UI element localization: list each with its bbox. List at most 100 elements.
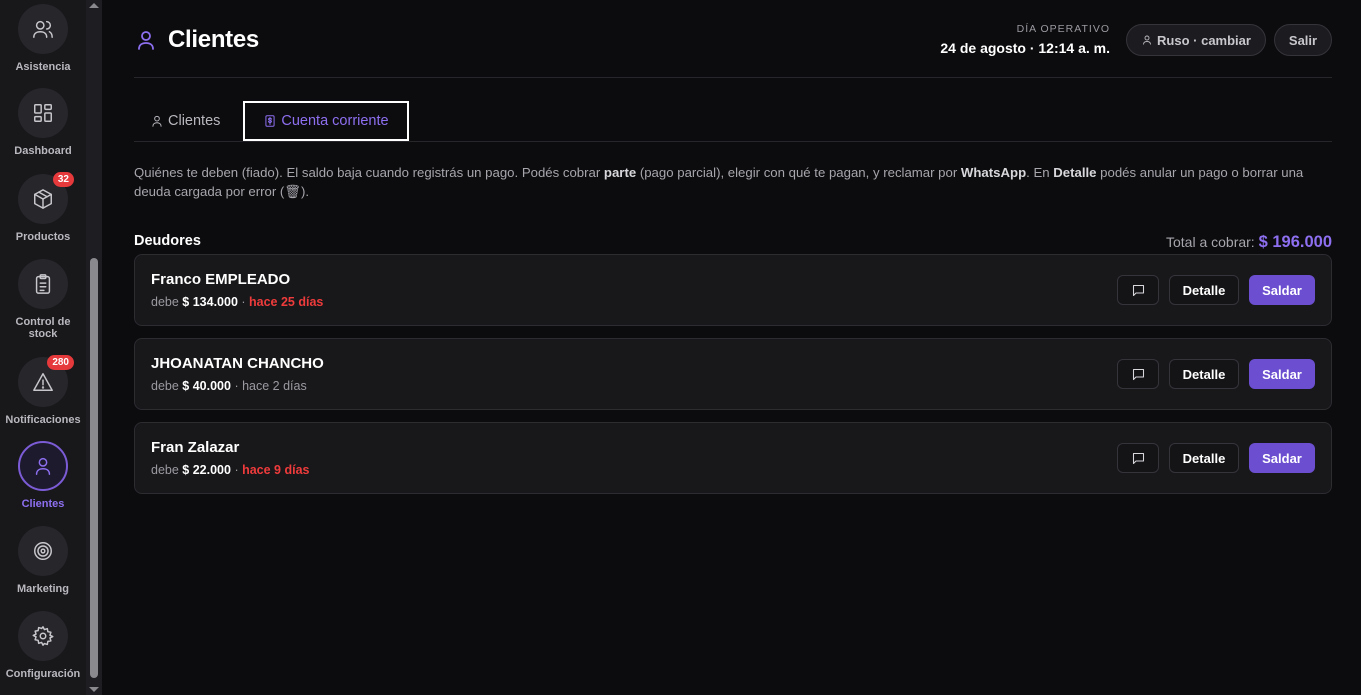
users-icon xyxy=(18,4,68,54)
sidebar-item-label: Marketing xyxy=(17,583,69,595)
change-user-button[interactable]: Ruso · cambiar xyxy=(1126,24,1266,56)
main-content: Clientes DÍA OPERATIVO 24 de agosto · 12… xyxy=(134,0,1332,494)
operating-day-value: 24 de agosto · 12:14 a. m. xyxy=(940,40,1110,56)
description-bold: Detalle xyxy=(1053,165,1097,180)
sidebar-item-label: Productos xyxy=(15,231,71,243)
tab-label: Clientes xyxy=(168,113,221,129)
scroll-down-arrow-icon[interactable] xyxy=(89,687,99,692)
debtor-actions: Detalle Saldar xyxy=(1117,359,1315,389)
total-amount: $ 196.000 xyxy=(1258,233,1332,251)
sidebar-item-label: Dashboard xyxy=(14,145,72,157)
clipboard-icon xyxy=(18,259,68,309)
sidebar-item-notificaciones[interactable]: 280 Notificaciones xyxy=(0,355,86,426)
description-text: (pago parcial), elegir con qué te pagan,… xyxy=(636,165,961,180)
owes-label: debe xyxy=(151,463,179,477)
help-description: Quiénes te deben (fiado). El saldo baja … xyxy=(134,163,1332,201)
owes-label: debe xyxy=(151,379,179,393)
sidebar-item-label: Configuración xyxy=(5,668,81,680)
user-icon xyxy=(152,115,162,127)
user-icon xyxy=(138,31,154,50)
separator: · xyxy=(237,295,250,309)
debt-amount: $ 134.000 xyxy=(182,295,238,309)
notification-badge: 280 xyxy=(47,355,74,370)
settle-button[interactable]: Saldar xyxy=(1249,275,1315,305)
separator: · xyxy=(230,379,243,393)
description-bold: WhatsApp xyxy=(960,165,1027,180)
message-icon xyxy=(1132,368,1144,380)
sidebar-item-label: Notificaciones xyxy=(5,414,81,426)
dashboard-icon xyxy=(18,88,68,138)
debtor-name: Franco EMPLEADO xyxy=(151,271,291,288)
page-header: Clientes DÍA OPERATIVO 24 de agosto · 12… xyxy=(134,0,1332,78)
debtor-meta: debe $ 40.000 · hace 2 días xyxy=(151,379,307,393)
separator: · xyxy=(230,463,243,477)
tab-label: Cuenta corriente xyxy=(281,113,389,129)
whatsapp-message-button[interactable] xyxy=(1117,443,1159,473)
dollar-note-icon xyxy=(265,115,275,127)
description-bold: parte xyxy=(603,165,637,180)
sidebar-item-label: Control de stock xyxy=(15,316,71,340)
debtors-header: Deudores Total a cobrar: $ 196.000 xyxy=(134,233,1332,253)
settle-button[interactable]: Saldar xyxy=(1249,359,1315,389)
page-title: Clientes xyxy=(134,26,259,54)
whatsapp-message-button[interactable] xyxy=(1117,275,1159,305)
tab-clientes[interactable]: Clientes xyxy=(150,101,220,141)
section-title: Deudores xyxy=(134,233,201,249)
tab-cuenta-corriente[interactable]: Cuenta corriente xyxy=(243,101,409,141)
notification-badge: 32 xyxy=(52,172,74,187)
target-icon xyxy=(18,526,68,576)
alert-icon: 280 xyxy=(18,355,74,407)
user-icon xyxy=(1143,35,1151,45)
owes-label: debe xyxy=(151,295,179,309)
debt-age: hace 9 días xyxy=(242,463,310,477)
trash-icon: 🗑 xyxy=(284,184,302,199)
debtor-meta: debe $ 134.000 · hace 25 días xyxy=(151,295,323,309)
sidebar-item-configuracion[interactable]: Configuración xyxy=(0,611,86,680)
description-text: . En xyxy=(1026,165,1054,180)
tab-bar: Clientes Cuenta corriente xyxy=(134,78,1332,142)
scroll-thumb[interactable] xyxy=(90,258,98,678)
description-text: Quiénes te deben (fiado). El saldo baja … xyxy=(134,165,604,180)
debt-age: hace 25 días xyxy=(249,295,324,309)
sidebar-item-productos[interactable]: 32 Productos xyxy=(0,172,86,243)
total-to-collect: Total a cobrar: $ 196.000 xyxy=(1166,233,1332,252)
detail-button[interactable]: Detalle xyxy=(1169,443,1239,473)
message-icon xyxy=(1132,284,1144,296)
debtor-meta: debe $ 22.000 · hace 9 días xyxy=(151,463,309,477)
message-icon xyxy=(1132,452,1144,464)
sidebar-item-marketing[interactable]: Marketing xyxy=(0,526,86,595)
debtor-row: JHOANATAN CHANCHO debe $ 40.000 · hace 2… xyxy=(134,338,1332,410)
logout-button[interactable]: Salir xyxy=(1274,24,1332,56)
description-text: ). xyxy=(301,184,310,199)
debt-age: hace 2 días xyxy=(242,379,307,393)
total-label: Total a cobrar: xyxy=(1165,234,1259,250)
app: Asistencia Dashboard 32 Productos Contro… xyxy=(0,0,1361,695)
box-icon: 32 xyxy=(18,172,74,224)
debtor-name: JHOANATAN CHANCHO xyxy=(151,355,324,372)
debt-amount: $ 40.000 xyxy=(182,379,231,393)
sidebar-item-asistencia[interactable]: Asistencia xyxy=(0,4,86,73)
operating-day: DÍA OPERATIVO 24 de agosto · 12:14 a. m. xyxy=(940,23,1110,56)
debtor-row: Franco EMPLEADO debe $ 134.000 · hace 25… xyxy=(134,254,1332,326)
operating-day-label: DÍA OPERATIVO xyxy=(1016,23,1110,35)
debtor-name: Fran Zalazar xyxy=(151,439,240,456)
whatsapp-message-button[interactable] xyxy=(1117,359,1159,389)
detail-button[interactable]: Detalle xyxy=(1169,275,1239,305)
debt-amount: $ 22.000 xyxy=(182,463,231,477)
settle-button[interactable]: Saldar xyxy=(1249,443,1315,473)
sidebar-item-clientes[interactable]: Clientes xyxy=(0,441,86,510)
change-user-label: Ruso · cambiar xyxy=(1157,32,1251,48)
scroll-up-arrow-icon[interactable] xyxy=(89,3,99,8)
sidebar-item-label: Asistencia xyxy=(15,61,71,73)
sidebar-item-label: Clientes xyxy=(21,498,65,510)
debtor-list: Franco EMPLEADO debe $ 134.000 · hace 25… xyxy=(134,254,1332,494)
sidebar-scrollbar[interactable] xyxy=(86,0,102,695)
sidebar: Asistencia Dashboard 32 Productos Contro… xyxy=(0,0,86,695)
debtor-row: Fran Zalazar debe $ 22.000 · hace 9 días… xyxy=(134,422,1332,494)
debtor-actions: Detalle Saldar xyxy=(1117,443,1315,473)
gear-icon xyxy=(18,611,68,661)
detail-button[interactable]: Detalle xyxy=(1169,359,1239,389)
page-title-text: Clientes xyxy=(168,26,259,53)
sidebar-item-dashboard[interactable]: Dashboard xyxy=(0,88,86,157)
sidebar-item-control-stock[interactable]: Control de stock xyxy=(0,259,86,340)
